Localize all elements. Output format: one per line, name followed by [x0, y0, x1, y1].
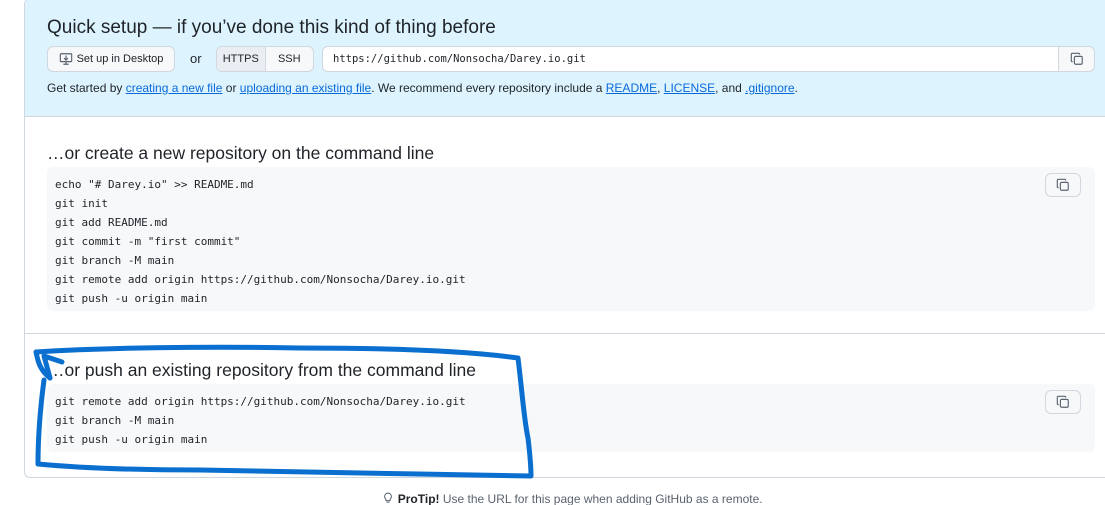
desktop-download-icon: [59, 53, 72, 65]
clone-url-input[interactable]: https://github.com/Nonsocha/Darey.io.git: [322, 46, 1059, 72]
quick-setup-title: Quick setup — if you’ve done this kind o…: [47, 17, 496, 38]
new-repo-code-block: echo "# Darey.io" >> README.md git init …: [47, 167, 1095, 311]
code-line: git init: [55, 197, 108, 210]
quick-setup-section: Quick setup — if you’ve done this kind o…: [25, 0, 1105, 117]
code-line: git push -u origin main: [55, 292, 208, 305]
copy-new-repo-commands-button[interactable]: [1045, 173, 1081, 197]
creating-new-file-link[interactable]: creating a new file: [126, 81, 223, 95]
code-line: git branch -M main: [55, 254, 175, 267]
get-started-hint: Get started by creating a new file or up…: [47, 81, 798, 95]
code-line: git remote add origin https://github.com…: [55, 395, 466, 408]
uploading-existing-file-link[interactable]: uploading an existing file: [240, 81, 371, 95]
hint-text: Get started by: [47, 81, 126, 95]
hint-text: or: [222, 81, 240, 95]
gitignore-link[interactable]: .gitignore: [745, 81, 794, 95]
light-bulb-icon: [384, 492, 393, 503]
copy-icon: [1056, 395, 1069, 408]
copy-url-button[interactable]: [1059, 46, 1095, 72]
hint-text: . We recommend every repository include …: [371, 81, 606, 95]
repository-setup-card: Quick setup — if you’ve done this kind o…: [24, 0, 1105, 478]
protocol-toggle: HTTPS SSH: [216, 46, 314, 72]
copy-icon: [1056, 178, 1069, 191]
or-separator: or: [190, 51, 202, 66]
code-line: git commit -m "first commit": [55, 235, 241, 248]
code-line: git remote add origin https://github.com…: [55, 273, 466, 286]
code-line: git branch -M main: [55, 414, 175, 427]
protip-text: Use the URL for this page when adding Gi…: [439, 492, 763, 505]
hint-text: ,: [657, 81, 664, 95]
code-line: git add README.md: [55, 216, 168, 229]
push-existing-code-block: git remote add origin https://github.com…: [47, 384, 1095, 452]
push-existing-title: …or push an existing repository from the…: [47, 360, 476, 380]
readme-link[interactable]: README: [606, 81, 657, 95]
ssh-button[interactable]: SSH: [266, 47, 314, 71]
code-line: git push -u origin main: [55, 433, 208, 446]
setup-in-desktop-button[interactable]: Set up in Desktop: [47, 46, 175, 72]
setup-in-desktop-label: Set up in Desktop: [76, 53, 164, 65]
license-link[interactable]: LICENSE: [664, 81, 715, 95]
copy-icon: [1070, 52, 1083, 65]
copy-push-existing-commands-button[interactable]: [1045, 390, 1081, 414]
section-divider: [25, 333, 1105, 334]
page: Quick setup — if you’ve done this kind o…: [0, 0, 1105, 505]
code-line: echo "# Darey.io" >> README.md: [55, 178, 254, 191]
hint-text: , and: [715, 81, 746, 95]
protip-label: ProTip!: [397, 492, 440, 505]
new-repo-title: …or create a new repository on the comma…: [47, 143, 435, 163]
hint-text: .: [794, 81, 798, 95]
https-button[interactable]: HTTPS: [217, 47, 266, 71]
protip: ProTip! Use the URL for this page when a…: [0, 492, 1105, 505]
